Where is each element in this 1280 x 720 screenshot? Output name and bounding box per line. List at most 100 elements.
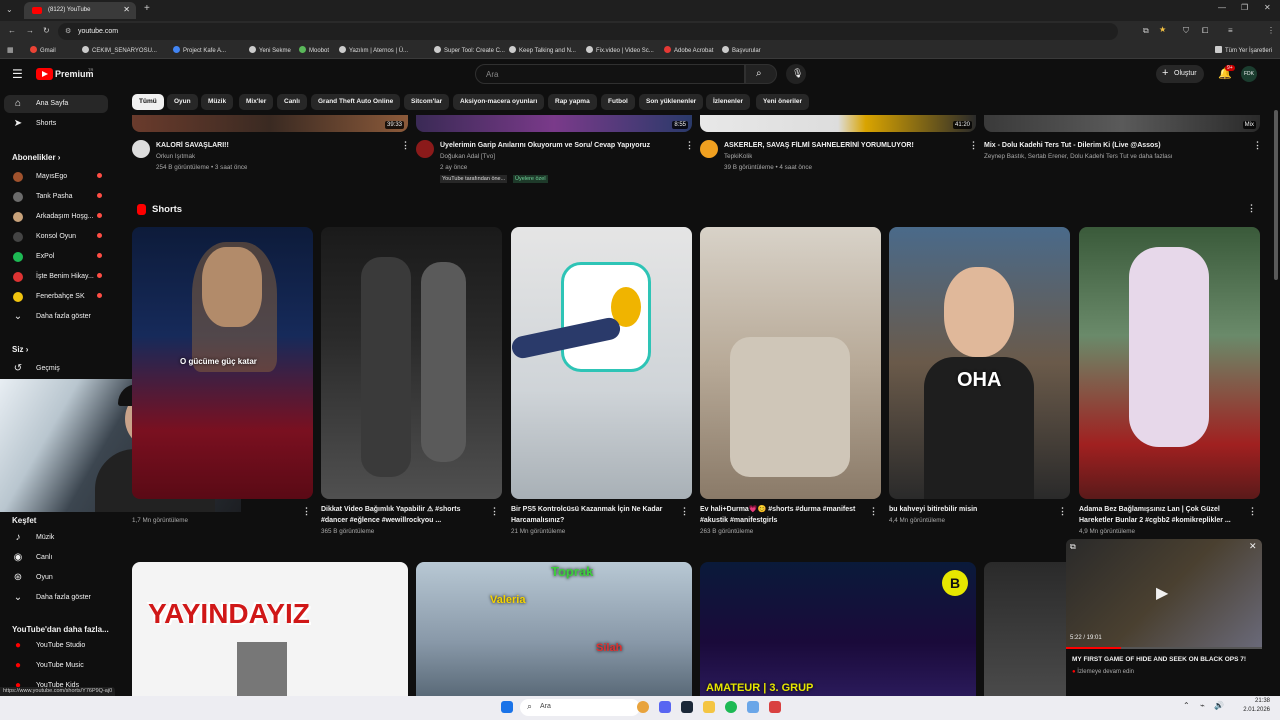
scrollbar-thumb[interactable] bbox=[1274, 110, 1278, 280]
sidebar-item-home[interactable]: ⌂ Ana Sayfa bbox=[4, 95, 108, 113]
short-thumbnail[interactable] bbox=[700, 227, 881, 499]
chip[interactable]: İzlenenler bbox=[706, 94, 750, 110]
close-window-icon[interactable]: ✕ bbox=[1264, 3, 1271, 12]
sidebar-item-studio[interactable]: ● YouTube Studio bbox=[4, 637, 108, 655]
video-thumbnail[interactable]: Toprak Valeria Silah bbox=[416, 562, 692, 696]
video-title[interactable]: KALORİ SAVAŞLARI!! bbox=[156, 141, 396, 150]
video-title[interactable]: Üyelerimin Garip Anılarını Okuyorum ve S… bbox=[440, 141, 680, 150]
taskbar-date[interactable]: 2.01.2026 bbox=[1236, 707, 1270, 713]
bookmark-item[interactable]: Başvurular bbox=[722, 46, 761, 54]
hamburger-menu-icon[interactable]: ☰ bbox=[12, 67, 23, 81]
maximize-icon[interactable]: ❐ bbox=[1241, 3, 1248, 12]
chip[interactable]: Son yüklenenler bbox=[639, 94, 704, 110]
short-title[interactable]: Ev hali+Durma💗😊 #shorts #durma #manifest… bbox=[700, 504, 860, 526]
bookmark-item[interactable]: Yeni Sekme bbox=[249, 46, 291, 54]
short-more-icon[interactable]: ⋮ bbox=[869, 506, 878, 517]
sidebar-sub[interactable]: Fenerbahçe SK bbox=[4, 288, 108, 306]
short-more-icon[interactable]: ⋮ bbox=[680, 506, 689, 517]
short-more-icon[interactable]: ⋮ bbox=[1058, 506, 1067, 517]
create-button[interactable]: + Oluştur bbox=[1156, 65, 1204, 83]
bookmark-item[interactable]: Super Tool: Create C... bbox=[434, 46, 505, 54]
sidebar-item-shorts[interactable]: ➤ Shorts bbox=[4, 115, 108, 133]
app-icon[interactable] bbox=[769, 701, 781, 713]
star-icon[interactable]: ★ bbox=[1159, 25, 1166, 34]
sidebar-sub[interactable]: Tank Pasha bbox=[4, 188, 108, 206]
search-input[interactable]: Ara bbox=[475, 64, 745, 84]
chip[interactable]: Futbol bbox=[601, 94, 635, 110]
video-thumbnail[interactable]: YAYINDAYIZ bbox=[132, 562, 408, 696]
bookmark-item[interactable]: Gmail bbox=[30, 46, 56, 54]
more-actions-icon[interactable]: ⋮ bbox=[685, 140, 694, 151]
shield-icon[interactable]: ⛉ bbox=[1183, 26, 1189, 36]
shorts-more-icon[interactable]: ⋮ bbox=[1247, 203, 1256, 214]
search-button[interactable]: ⌕ bbox=[745, 64, 777, 84]
short-title[interactable]: Dikkat Video Bağımlık Yapabilir ⚠ #short… bbox=[321, 504, 481, 526]
chip[interactable]: Müzik bbox=[201, 94, 234, 110]
bookmark-item[interactable]: Keep Talking and N... bbox=[509, 46, 576, 54]
video-thumbnail[interactable] bbox=[984, 562, 1066, 696]
video-title[interactable]: Mix - Dolu Kadehi Ters Tut - Dilerim Ki … bbox=[984, 141, 1244, 150]
chip[interactable]: Sitcom'lar bbox=[404, 94, 450, 110]
chip-all[interactable]: Tümü bbox=[132, 94, 164, 110]
chrome-icon[interactable] bbox=[637, 701, 649, 713]
channel-avatar[interactable] bbox=[132, 140, 150, 158]
taskbar-search[interactable]: ⌕ Ara bbox=[520, 699, 640, 716]
cast-icon[interactable]: ⧉ bbox=[1143, 26, 1149, 36]
voice-search-button[interactable]: 🎙 bbox=[786, 64, 806, 84]
sidebar-item-music-app[interactable]: ● YouTube Music bbox=[4, 657, 108, 675]
forward-icon[interactable]: → bbox=[26, 26, 34, 35]
video-thumbnail[interactable]: 41:20 bbox=[700, 115, 976, 132]
short-thumbnail[interactable]: O gücüme güç katar bbox=[132, 227, 313, 499]
video-thumbnail[interactable]: Mix bbox=[984, 115, 1260, 132]
short-title[interactable]: Bir PS5 Kontrolcüsü Kazanmak İçin Ne Kad… bbox=[511, 504, 671, 526]
more-actions-icon[interactable]: ⋮ bbox=[401, 140, 410, 151]
discord-icon[interactable] bbox=[659, 701, 671, 713]
chip[interactable]: Mix'ler bbox=[239, 94, 274, 110]
tray-chevron-icon[interactable]: ⌃ bbox=[1183, 701, 1190, 710]
bookmark-item[interactable]: Yazılım | Aternos | Ü... bbox=[339, 46, 408, 54]
avatar[interactable]: FDK bbox=[1241, 66, 1257, 82]
sidebar-item-live[interactable]: ◉ Canlı bbox=[4, 549, 108, 567]
short-more-icon[interactable]: ⋮ bbox=[1248, 506, 1257, 517]
sidebar-sub[interactable]: Arkadaşım Hoşg... bbox=[4, 208, 108, 226]
channel-avatar[interactable] bbox=[416, 140, 434, 158]
network-icon[interactable]: ⌁ bbox=[1200, 701, 1205, 710]
chip[interactable]: Canlı bbox=[277, 94, 307, 110]
menu-icon[interactable]: ≡ bbox=[1228, 26, 1233, 35]
short-thumbnail[interactable] bbox=[511, 227, 692, 499]
mini-progress-track[interactable] bbox=[1066, 647, 1262, 649]
chip[interactable]: Oyun bbox=[167, 94, 198, 110]
close-mini-player-icon[interactable]: ✕ bbox=[1249, 541, 1257, 552]
sidebar-show-more[interactable]: ⌄ Daha fazla göster bbox=[4, 308, 108, 326]
url-field[interactable]: ⚙ youtube.com bbox=[58, 23, 1118, 40]
short-thumbnail[interactable] bbox=[321, 227, 502, 499]
channel-name[interactable]: Orkun Işıtmak bbox=[156, 153, 195, 160]
taskbar-time[interactable]: 21:38 bbox=[1240, 698, 1270, 704]
video-thumbnail[interactable]: B AMATEUR | 3. GRUP bbox=[700, 562, 976, 696]
tab-list-icon[interactable]: ⌄ bbox=[6, 5, 13, 14]
short-thumbnail[interactable]: OHA bbox=[889, 227, 1070, 499]
spotify-icon[interactable] bbox=[725, 701, 737, 713]
subscriptions-heading[interactable]: Abonelikler › bbox=[12, 153, 60, 162]
mini-player[interactable]: ⧉ ✕ ▶ 5:22 / 19:01 MY FIRST GAME OF HIDE… bbox=[1066, 539, 1262, 696]
short-title[interactable]: bu kahveyi bitirebilir misin bbox=[889, 504, 1049, 515]
app-icon[interactable] bbox=[747, 701, 759, 713]
chip[interactable]: Grand Theft Auto Online bbox=[311, 94, 401, 110]
video-thumbnail[interactable]: 39:33 bbox=[132, 115, 408, 132]
youtube-logo-icon[interactable] bbox=[36, 68, 53, 80]
sidebar-item-history[interactable]: ↺ Geçmiş bbox=[4, 360, 108, 378]
volume-icon[interactable]: 🔊 bbox=[1214, 701, 1224, 710]
site-info-icon[interactable]: ⚙ bbox=[65, 27, 71, 35]
more-actions-icon[interactable]: ⋮ bbox=[1253, 140, 1262, 151]
folder-icon[interactable] bbox=[703, 701, 715, 713]
sidebar-sub[interactable]: MayısEgo bbox=[4, 168, 108, 186]
chip[interactable]: Yeni öneriler bbox=[756, 94, 810, 110]
short-more-icon[interactable]: ⋮ bbox=[490, 506, 499, 517]
apps-icon[interactable]: ▦ bbox=[7, 46, 14, 54]
expand-icon[interactable]: ⧉ bbox=[1070, 542, 1076, 552]
chip[interactable]: Aksiyon-macera oyunları bbox=[453, 94, 545, 110]
sidebar-item-gaming[interactable]: ⊛ Oyun bbox=[4, 569, 108, 587]
bookmark-item[interactable]: Adobe Acrobat bbox=[664, 46, 713, 54]
sidebar-item-music[interactable]: ♪ Müzik bbox=[4, 529, 108, 547]
bookmark-item[interactable]: Project Kafe A... bbox=[173, 46, 226, 54]
